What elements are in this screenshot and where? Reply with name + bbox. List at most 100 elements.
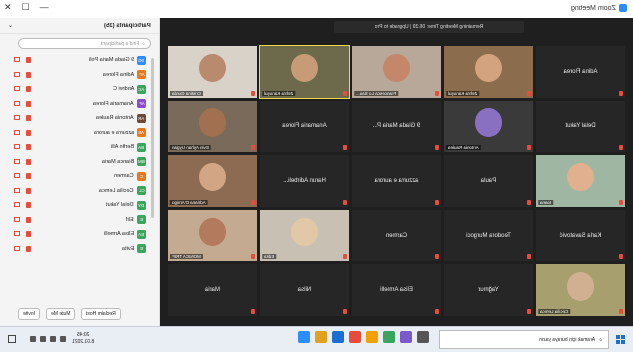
name-tile[interactable]: Anamaria Florea [260, 100, 349, 153]
tile-name: Teodora Murgoci [466, 232, 511, 239]
mute-me-button[interactable]: Mute Me [45, 308, 76, 320]
participant-row[interactable]: Carmen C [10, 169, 150, 184]
name-tile[interactable]: Delal Yakut [536, 100, 625, 153]
notification-icon[interactable] [8, 335, 16, 343]
close-button[interactable]: ✕ [4, 2, 12, 13]
tile-name-label: MONICA TRIF [170, 254, 203, 260]
participant-row[interactable]: Elif E [10, 213, 150, 228]
tile-name-label: Zehra Kanuşul [262, 90, 296, 96]
video-tile[interactable]: Cristina Gurda [168, 46, 257, 98]
video-tile[interactable]: Francesca Lo Sau... [352, 46, 441, 98]
invite-button[interactable]: Invite [18, 308, 40, 320]
name-tile[interactable]: Paula [444, 155, 533, 207]
participant-name: Elisa Armelli [104, 231, 134, 238]
video-off-icon [14, 100, 20, 106]
video-off-icon [14, 158, 20, 164]
remaining-time-banner[interactable]: Remaining Meeting Time: 06:39 | Upgrade … [334, 21, 524, 33]
tile-name: Anamaria Florea [282, 123, 327, 130]
participant-search-input[interactable]: Find a participant ⌕ [18, 38, 151, 49]
participant-row[interactable]: Delal Yakut DY [10, 198, 150, 213]
name-tile[interactable]: Yağmur [444, 264, 533, 316]
video-tile[interactable]: Adriana D'Amigo [168, 155, 257, 207]
tile-name-label: Evin Ayhan Uygan [170, 145, 211, 151]
video-tile[interactable]: Zehra Kanuşul [444, 46, 533, 98]
video-tile[interactable]: Evin Ayhan Uygan [168, 100, 257, 153]
video-tile[interactable]: Cecilia Lemca [536, 264, 625, 316]
tile-name-label: Francesca Lo Sau... [354, 90, 399, 96]
taskbar-search-input[interactable]: Aramak için buraya yazın ⌕ [439, 330, 609, 349]
participant-identity: azzurra e aurora AE [94, 128, 146, 138]
system-tray [30, 336, 66, 342]
clock-date: 8.01.2021 [72, 339, 95, 345]
participant-avatar: C [137, 171, 146, 181]
taskbar-app-icon[interactable] [383, 331, 395, 343]
participant-avatar: CL [137, 186, 146, 196]
participants-title: Participants (35) [104, 22, 151, 29]
participant-row[interactable]: 9 Giada Maria Poli 9G [10, 53, 150, 68]
participant-name: Cecilia Lemca [99, 187, 134, 194]
participant-row[interactable]: Berfin Alli BA [10, 140, 150, 155]
video-tile[interactable]: MONICA TRIF [168, 209, 257, 262]
windows-start-icon[interactable] [616, 335, 625, 344]
muted-mic-icon [527, 145, 531, 151]
taskbar-app-icon[interactable] [315, 331, 327, 343]
name-tile[interactable]: Harun Adirbeli... [260, 155, 349, 207]
taskbar-clock[interactable]: 20:45 8.01.2021 [72, 332, 94, 346]
participant-list-scrollbar[interactable] [151, 58, 154, 218]
participant-status [14, 100, 31, 107]
participant-row[interactable]: Andrei C AC [10, 82, 150, 97]
tray-icon[interactable] [40, 336, 46, 342]
tray-icon[interactable] [30, 336, 36, 342]
name-tile[interactable]: Nilsa [260, 264, 349, 316]
tile-name: Nilsa [297, 287, 312, 294]
tile-name: azzurra e aurora [374, 177, 419, 184]
muted-mic-icon [343, 199, 347, 205]
participant-row[interactable]: Anamaria Florea AF [10, 97, 150, 112]
participant-row[interactable]: Evita E [10, 242, 150, 257]
participant-row[interactable]: Elisa Armelli EA [10, 227, 150, 242]
taskbar-app-icon[interactable] [417, 331, 429, 343]
tile-name: Karla Savatović [559, 232, 602, 239]
minimize-button[interactable]: — [40, 2, 49, 13]
network-icon[interactable] [60, 336, 66, 342]
participant-face [383, 53, 410, 83]
volume-icon[interactable] [50, 336, 56, 342]
participant-row[interactable]: azzurra e aurora AE [10, 126, 150, 141]
maximize-button[interactable]: ☐ [22, 2, 30, 13]
collapse-chevron-icon[interactable]: ⌄ [8, 22, 13, 29]
name-tile[interactable]: Maria [168, 264, 257, 316]
video-tile[interactable]: Zehra Kanuşul [259, 45, 350, 99]
tile-name: Adina Florea [563, 68, 598, 75]
muted-mic-icon [343, 145, 347, 151]
participant-identity: Andrei C AC [113, 84, 146, 94]
taskbar-app-icon[interactable] [298, 331, 310, 343]
muted-mic-icon [527, 199, 531, 205]
participant-identity: Elif E [126, 215, 146, 225]
muted-mic-icon [343, 308, 347, 314]
video-tile[interactable]: Ioana [536, 155, 625, 207]
name-tile[interactable]: Carmen [352, 209, 441, 262]
taskbar-app-icon[interactable] [349, 331, 361, 343]
participant-row[interactable]: Bianca Maria BM [10, 155, 150, 170]
tile-name: Elisa Armelli [380, 287, 413, 294]
participant-row[interactable]: Adina Florea AF [10, 68, 150, 83]
muted-mic-icon [251, 145, 255, 151]
video-tile[interactable]: Edita [260, 209, 349, 262]
pinned-apps [298, 331, 429, 343]
name-tile[interactable]: Adina Florea [536, 46, 625, 98]
name-tile[interactable]: Karla Savatović [536, 209, 625, 262]
name-tile[interactable]: 9 Giada Maria P... [352, 100, 441, 153]
participant-row[interactable]: Cecilia Lemca CL [10, 184, 150, 199]
taskbar-app-icon[interactable] [366, 331, 378, 343]
reclaim-host-button[interactable]: Reclaim Host [81, 308, 122, 320]
video-tile[interactable]: Antonia Raulea [444, 100, 533, 153]
tile-name-label: Antonia Raulea [446, 145, 481, 151]
taskbar-app-icon[interactable] [332, 331, 344, 343]
muted-mic-icon [435, 199, 439, 205]
name-tile[interactable]: azzurra e aurora [352, 155, 441, 207]
participant-name: Delal Yakut [106, 202, 134, 209]
taskbar-app-icon[interactable] [400, 331, 412, 343]
participant-row[interactable]: Antonia Raulea AR [10, 111, 150, 126]
name-tile[interactable]: Elisa Armelli [352, 264, 441, 316]
name-tile[interactable]: Teodora Murgoci [444, 209, 533, 262]
